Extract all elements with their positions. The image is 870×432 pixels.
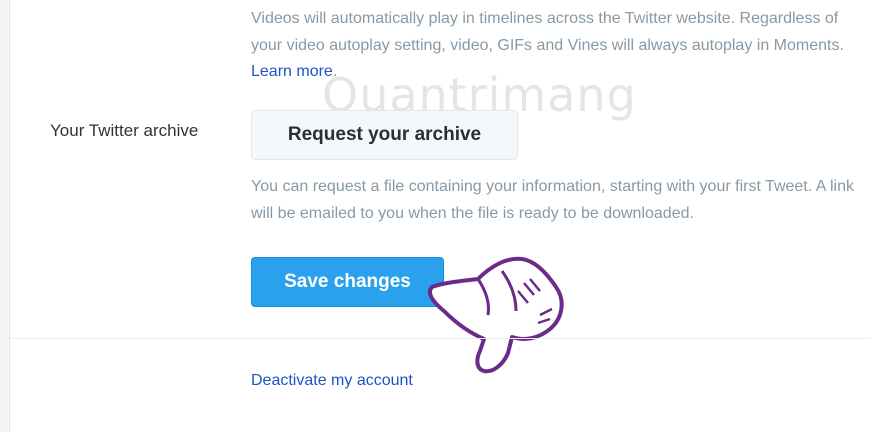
autoplay-period: .: [332, 63, 338, 80]
save-changes-button[interactable]: Save changes: [251, 257, 444, 307]
learn-more-link[interactable]: Learn more: [251, 63, 333, 80]
deactivate-account-link[interactable]: Deactivate my account: [251, 372, 413, 390]
autoplay-description: Videos will automatically play in timeli…: [251, 6, 866, 86]
archive-label: Your Twitter archive: [50, 121, 199, 140]
section-divider: [10, 338, 870, 339]
left-rule: [0, 0, 10, 432]
request-archive-button[interactable]: Request your archive: [251, 110, 518, 160]
autoplay-text: Videos will automatically play in timeli…: [251, 10, 844, 54]
archive-description: You can request a file containing your i…: [251, 178, 854, 222]
pointing-hand-icon: [427, 256, 564, 374]
